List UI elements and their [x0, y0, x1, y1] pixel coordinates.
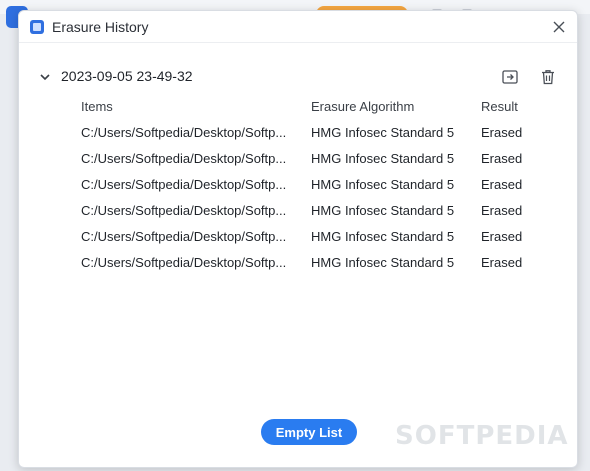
column-header-algorithm: Erasure Algorithm	[311, 99, 415, 114]
item-path: C:/Users/Softpedia/Desktop/Softp...	[81, 125, 287, 140]
table-header-row: Items Erasure Algorithm Result	[81, 95, 551, 121]
item-result: Erased	[481, 125, 523, 140]
dialog-title: Erasure History	[52, 19, 149, 35]
item-result: Erased	[481, 177, 523, 192]
item-algorithm: HMG Infosec Standard 5	[311, 203, 455, 218]
item-path: C:/Users/Softpedia/Desktop/Softp...	[81, 229, 287, 244]
item-algorithm: HMG Infosec Standard 5	[311, 125, 455, 140]
table-row: C:/Users/Softpedia/Desktop/Softp... HMG …	[81, 225, 551, 251]
close-button[interactable]	[549, 17, 569, 37]
close-icon	[553, 21, 565, 33]
delete-button[interactable]	[539, 68, 557, 86]
item-result: Erased	[481, 255, 523, 270]
table-row: C:/Users/Softpedia/Desktop/Softp... HMG …	[81, 147, 551, 173]
table-row: C:/Users/Softpedia/Desktop/Softp... HMG …	[81, 121, 551, 147]
item-path: C:/Users/Softpedia/Desktop/Softp...	[81, 255, 287, 270]
history-table: Items Erasure Algorithm Result C:/Users/…	[81, 95, 551, 277]
item-path: C:/Users/Softpedia/Desktop/Softp...	[81, 177, 287, 192]
export-button[interactable]	[501, 68, 519, 86]
app-icon	[30, 20, 44, 34]
item-algorithm: HMG Infosec Standard 5	[311, 151, 455, 166]
watermark-logo: SOFTPEDIA	[395, 421, 569, 451]
item-algorithm: HMG Infosec Standard 5	[311, 255, 455, 270]
collapse-toggle[interactable]	[39, 70, 53, 84]
table-row: C:/Users/Softpedia/Desktop/Softp... HMG …	[81, 199, 551, 225]
item-result: Erased	[481, 151, 523, 166]
history-group-date: 2023-09-05 23-49-32	[61, 68, 193, 84]
trash-icon	[542, 70, 554, 85]
dialog-titlebar: Erasure History	[19, 11, 577, 43]
item-path: C:/Users/Softpedia/Desktop/Softp...	[81, 151, 287, 166]
table-row: C:/Users/Softpedia/Desktop/Softp... HMG …	[81, 173, 551, 199]
table-row: C:/Users/Softpedia/Desktop/Softp... HMG …	[81, 251, 551, 277]
empty-list-button[interactable]: Empty List	[261, 419, 357, 445]
column-header-result: Result	[481, 99, 518, 114]
erasure-history-dialog: Erasure History 2023-09-05 23-49-32 Item…	[18, 10, 578, 468]
export-icon	[502, 70, 518, 84]
history-group-header: 2023-09-05 23-49-32	[39, 67, 559, 87]
scrollbar[interactable]	[571, 51, 575, 451]
item-result: Erased	[481, 229, 523, 244]
column-header-items: Items	[81, 99, 113, 114]
item-algorithm: HMG Infosec Standard 5	[311, 177, 455, 192]
item-result: Erased	[481, 203, 523, 218]
item-algorithm: HMG Infosec Standard 5	[311, 229, 455, 244]
item-path: C:/Users/Softpedia/Desktop/Softp...	[81, 203, 287, 218]
chevron-down-icon	[40, 74, 50, 81]
